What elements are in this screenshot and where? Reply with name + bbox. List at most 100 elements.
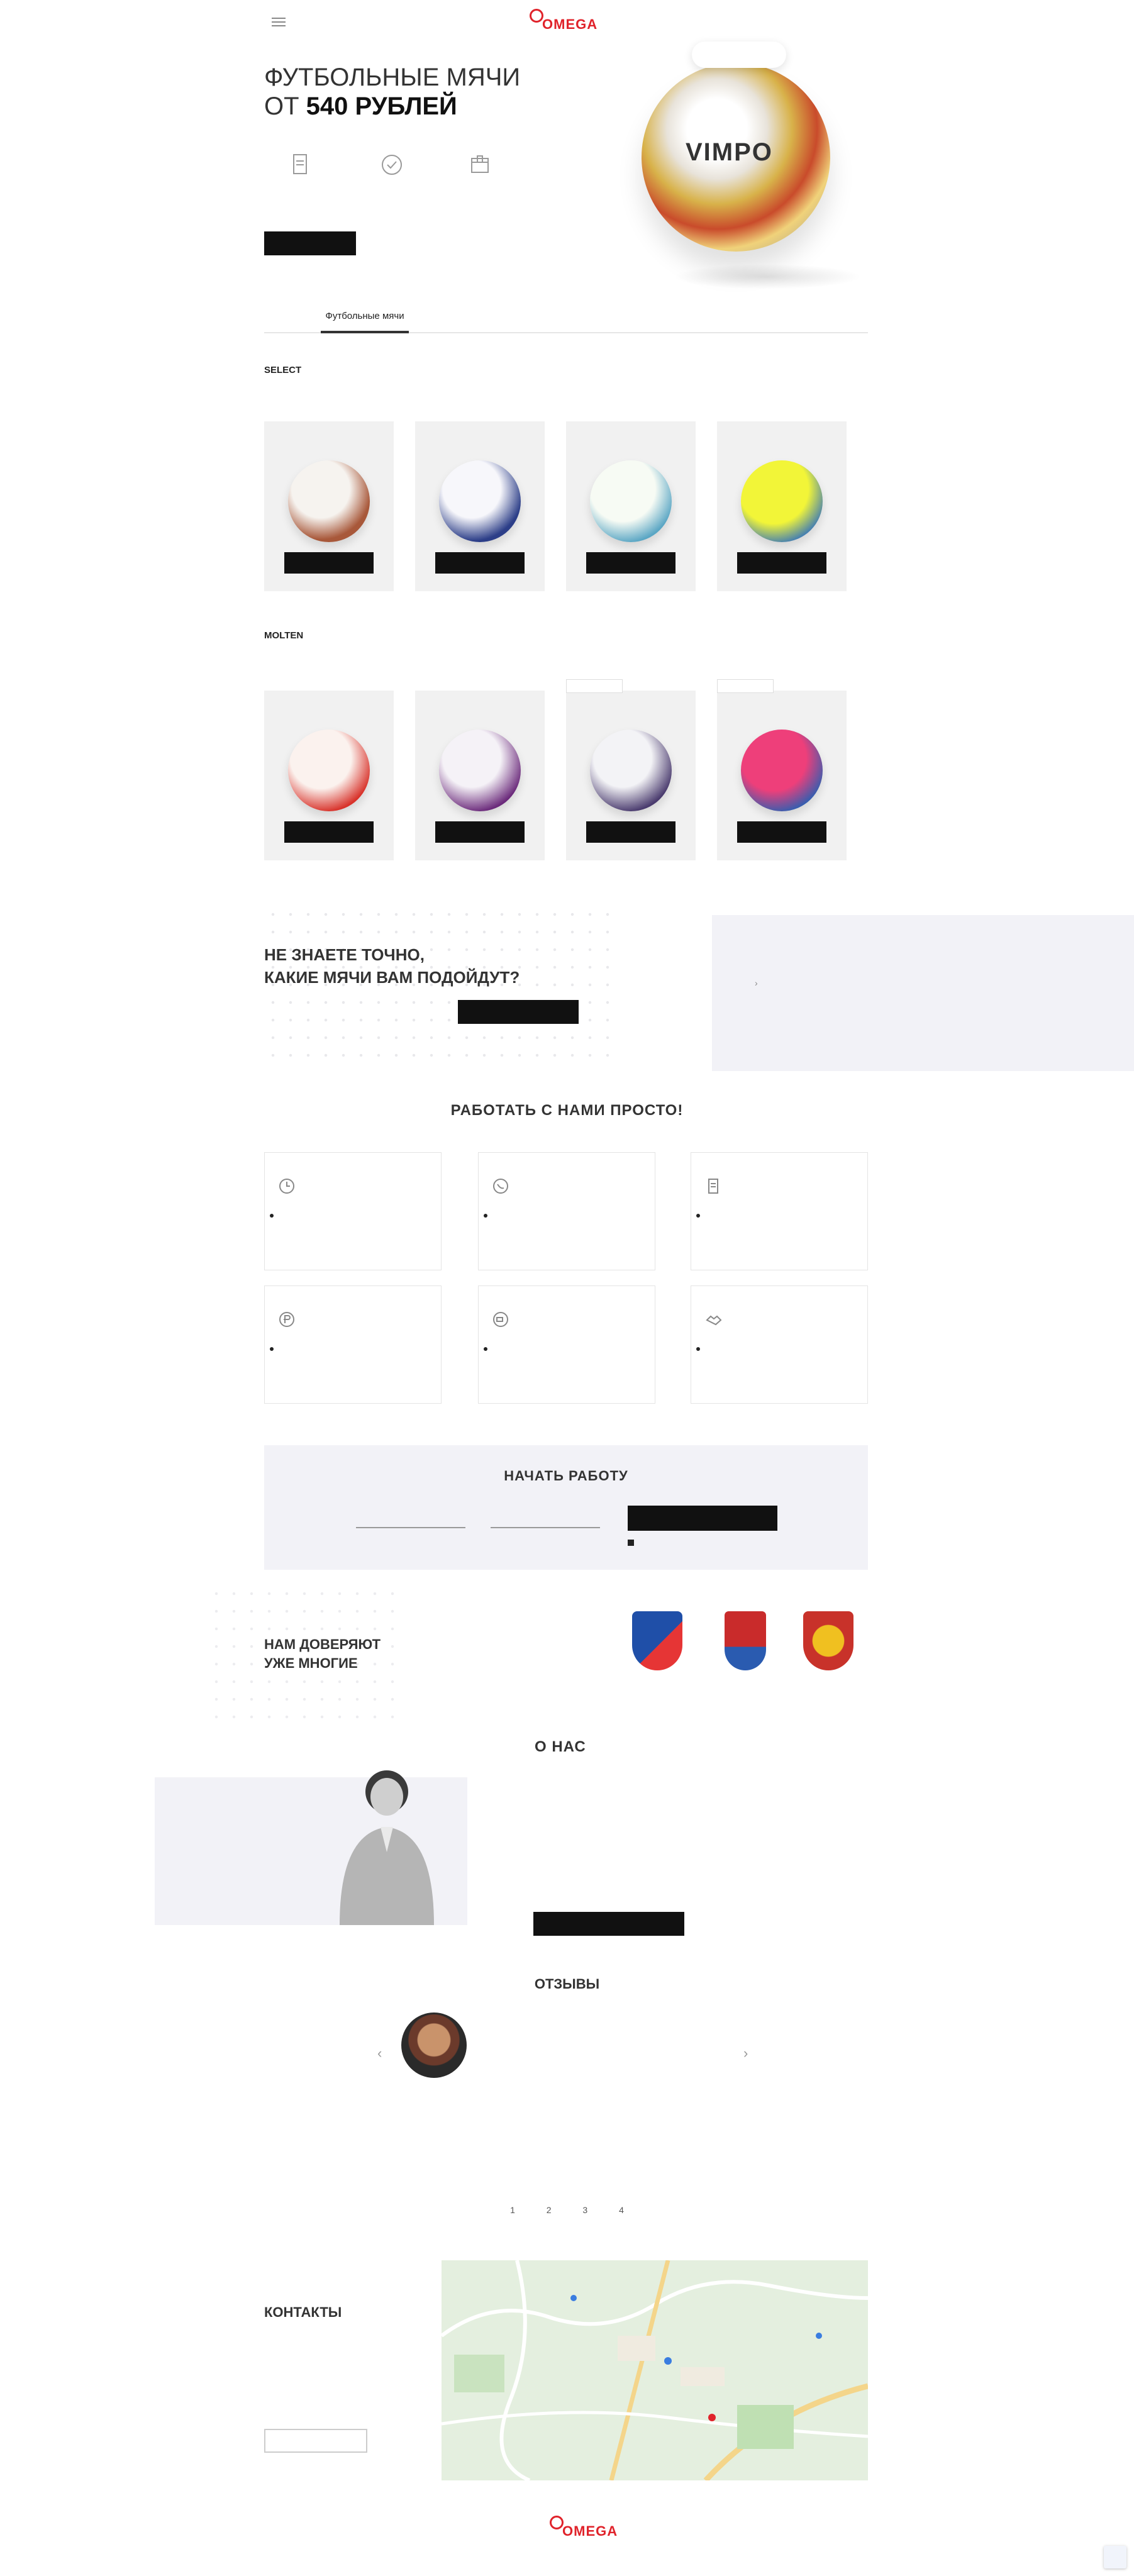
choose-title-line2: КАКИЕ МЯЧИ ВАМ ПОДОЙДУТ? xyxy=(264,968,520,987)
product-button[interactable] xyxy=(284,552,374,574)
product-button[interactable] xyxy=(586,821,675,843)
hero-title-line1: ФУТБОЛЬНЫЕ МЯЧИ xyxy=(264,64,521,91)
review-pagination[interactable]: 1 2 3 4 xyxy=(0,2205,1134,2215)
truck-icon xyxy=(493,1312,508,1327)
choose-button[interactable] xyxy=(458,1000,579,1024)
start-form: НАЧАТЬ РАБОТУ xyxy=(264,1445,868,1570)
step-card xyxy=(691,1285,868,1404)
club-crest-icon xyxy=(632,1611,682,1670)
steps-title: РАБОТАТЬ С НАМИ ПРОСТО! xyxy=(450,1102,684,1119)
video-play-label[interactable]: › xyxy=(755,978,758,988)
step-card xyxy=(478,1152,655,1270)
catalog-tabs: Футбольные мячи xyxy=(264,302,868,333)
step-card xyxy=(478,1285,655,1404)
hamburger-icon[interactable] xyxy=(272,18,286,26)
phone-field[interactable] xyxy=(491,1508,600,1528)
product-button[interactable] xyxy=(435,552,525,574)
clock-icon xyxy=(279,1179,294,1194)
map-pin-icon[interactable] xyxy=(708,2414,716,2421)
product-button[interactable] xyxy=(737,552,826,574)
brand-logo[interactable]: OMEGA xyxy=(528,8,610,35)
map-pin-icon[interactable] xyxy=(816,2333,822,2339)
club-crest-icon xyxy=(803,1611,853,1670)
start-title: НАЧАТЬ РАБОТУ xyxy=(504,1468,628,1484)
hero-cta-button[interactable] xyxy=(264,231,356,255)
logo-text: OMEGA xyxy=(542,16,598,32)
hero-feature xyxy=(260,151,339,192)
step-card xyxy=(691,1152,868,1270)
agree-checkbox[interactable] xyxy=(628,1540,634,1546)
product-ball-image xyxy=(741,460,823,542)
reviewer-avatar xyxy=(401,2012,467,2078)
step-card xyxy=(264,1285,442,1404)
contacts-button[interactable] xyxy=(264,2429,367,2453)
footer-logo[interactable]: OMEGA xyxy=(548,2514,624,2542)
tab-3[interactable] xyxy=(667,302,868,332)
map-pin-icon[interactable] xyxy=(570,2295,577,2301)
product-card[interactable] xyxy=(415,691,545,860)
club-item xyxy=(794,1611,863,1677)
clubs-title-line2: УЖЕ МНОГИЕ xyxy=(264,1655,358,1671)
product-button[interactable] xyxy=(435,821,525,843)
ball-icon xyxy=(550,2516,564,2529)
tab-football-balls[interactable]: Футбольные мячи xyxy=(264,302,465,333)
reviews-title: ОТЗЫВЫ xyxy=(534,1976,600,1992)
agree-checkbox-label[interactable] xyxy=(628,1540,638,1547)
choose-title-line1: НЕ ЗНАЕТЕ ТОЧНО, xyxy=(264,945,425,964)
product-ball-image xyxy=(741,730,823,811)
product-card[interactable] xyxy=(566,421,696,591)
prev-arrow-icon[interactable]: ‹ xyxy=(377,2045,382,2062)
product-card[interactable] xyxy=(415,421,545,591)
club-crest-icon xyxy=(725,1611,766,1670)
tab-2[interactable] xyxy=(465,302,667,332)
box-icon xyxy=(470,155,489,173)
product-tag xyxy=(566,679,623,693)
check-circle-icon xyxy=(381,155,402,175)
hero-title-prefix: ОТ xyxy=(264,92,306,120)
ball-icon xyxy=(530,9,543,23)
product-ball-image xyxy=(590,730,672,811)
product-button[interactable] xyxy=(284,821,374,843)
ruble-icon xyxy=(279,1312,294,1327)
product-tag xyxy=(717,679,774,693)
map-pin-icon[interactable] xyxy=(664,2357,672,2365)
about-person-photo xyxy=(340,1770,434,1925)
document-icon xyxy=(708,1179,718,1194)
product-card[interactable] xyxy=(566,679,696,860)
clubs-title-line1: НАМ ДОВЕРЯЮТ xyxy=(264,1636,381,1652)
product-card[interactable] xyxy=(717,421,847,591)
product-button[interactable] xyxy=(737,821,826,843)
brand-label: MOLTEN xyxy=(264,630,304,641)
step-card xyxy=(264,1152,442,1270)
handshake-icon xyxy=(706,1315,722,1326)
recaptcha-badge[interactable] xyxy=(1104,2546,1126,2568)
product-ball-image xyxy=(439,730,521,811)
ball-shadow xyxy=(673,264,862,289)
hero-bubble xyxy=(692,42,786,68)
product-button[interactable] xyxy=(586,552,675,574)
location-map[interactable] xyxy=(442,2260,868,2480)
play-icon: › xyxy=(755,978,758,988)
club-item xyxy=(711,1611,780,1677)
product-ball-image xyxy=(439,460,521,542)
product-ball-image xyxy=(288,460,370,542)
about-button[interactable] xyxy=(533,1912,684,1936)
video-panel[interactable] xyxy=(712,915,1134,1071)
contacts-title: КОНТАКТЫ xyxy=(264,2304,342,2320)
hero-feature xyxy=(352,151,431,192)
hero-title: ФУТБОЛЬНЫЕ МЯЧИ ОТ 540 РУБЛЕЙ xyxy=(264,63,591,121)
hero-price: 540 РУБЛЕЙ xyxy=(306,92,457,120)
product-ball-image xyxy=(288,730,370,811)
document-icon xyxy=(292,154,307,174)
choose-title: НЕ ЗНАЕТЕ ТОЧНО, КАКИЕ МЯЧИ ВАМ ПОДОЙДУТ… xyxy=(264,943,520,989)
start-submit-button[interactable] xyxy=(628,1506,777,1531)
product-card[interactable] xyxy=(264,421,394,591)
product-card[interactable] xyxy=(264,691,394,860)
brand-label: SELECT xyxy=(264,365,302,375)
product-card[interactable] xyxy=(717,679,847,860)
product-ball-image xyxy=(590,460,672,542)
name-field[interactable] xyxy=(356,1508,465,1528)
club-item xyxy=(623,1611,692,1677)
next-arrow-icon[interactable]: › xyxy=(743,2045,748,2062)
phone-icon xyxy=(493,1179,508,1194)
